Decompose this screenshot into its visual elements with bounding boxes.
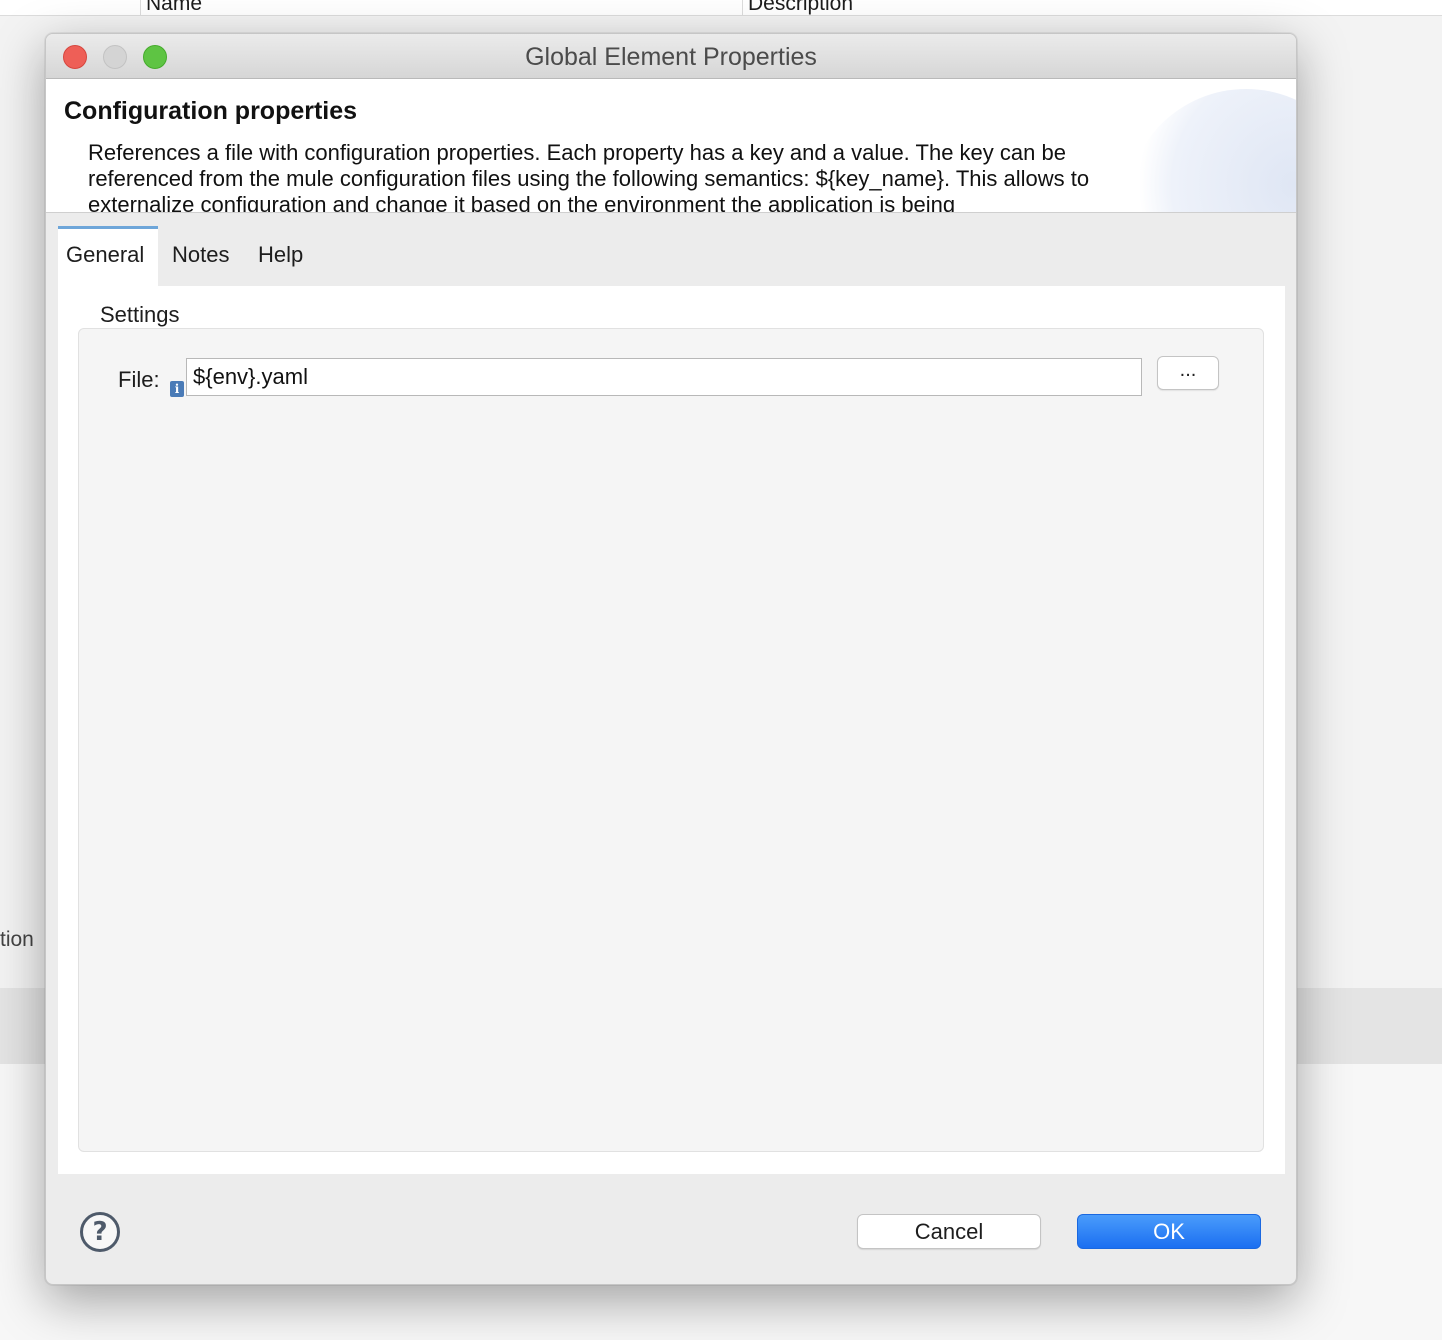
header-decoration: [1126, 89, 1296, 212]
column-header-name[interactable]: Name: [146, 0, 202, 16]
settings-group: File: i ...: [78, 328, 1264, 1152]
background-partial-label: tion: [0, 928, 34, 951]
general-tab-panel: Settings File: i ...: [58, 286, 1285, 1174]
file-label: File:: [118, 367, 160, 392]
window-titlebar[interactable]: Global Element Properties: [46, 34, 1296, 79]
header-description: References a file with configuration pro…: [88, 140, 1090, 213]
tab-bar: General Notes Help: [58, 226, 1285, 286]
tab-area: General Notes Help Settings File: i ...: [58, 226, 1285, 1174]
settings-group-label: Settings: [100, 302, 180, 327]
question-circle-icon[interactable]: ?: [80, 1212, 120, 1252]
window-title: Global Element Properties: [525, 43, 817, 71]
ok-button[interactable]: OK: [1077, 1214, 1261, 1249]
dialog-header: Configuration properties References a fi…: [46, 79, 1296, 213]
cancel-button[interactable]: Cancel: [857, 1214, 1041, 1249]
column-header-description[interactable]: Description: [748, 0, 853, 16]
tab-general[interactable]: General: [58, 226, 158, 286]
background-table-header: Name Description: [0, 0, 1442, 16]
tab-notes[interactable]: Notes: [164, 226, 237, 286]
header-title: Configuration properties: [64, 97, 358, 125]
file-input[interactable]: [186, 358, 1142, 396]
column-divider: [742, 0, 743, 16]
browse-file-button[interactable]: ...: [1157, 356, 1219, 390]
info-icon[interactable]: i: [170, 381, 184, 397]
global-element-properties-dialog: Global Element Properties Configuration …: [45, 33, 1297, 1285]
column-divider: [140, 0, 141, 16]
tab-help[interactable]: Help: [250, 226, 311, 286]
